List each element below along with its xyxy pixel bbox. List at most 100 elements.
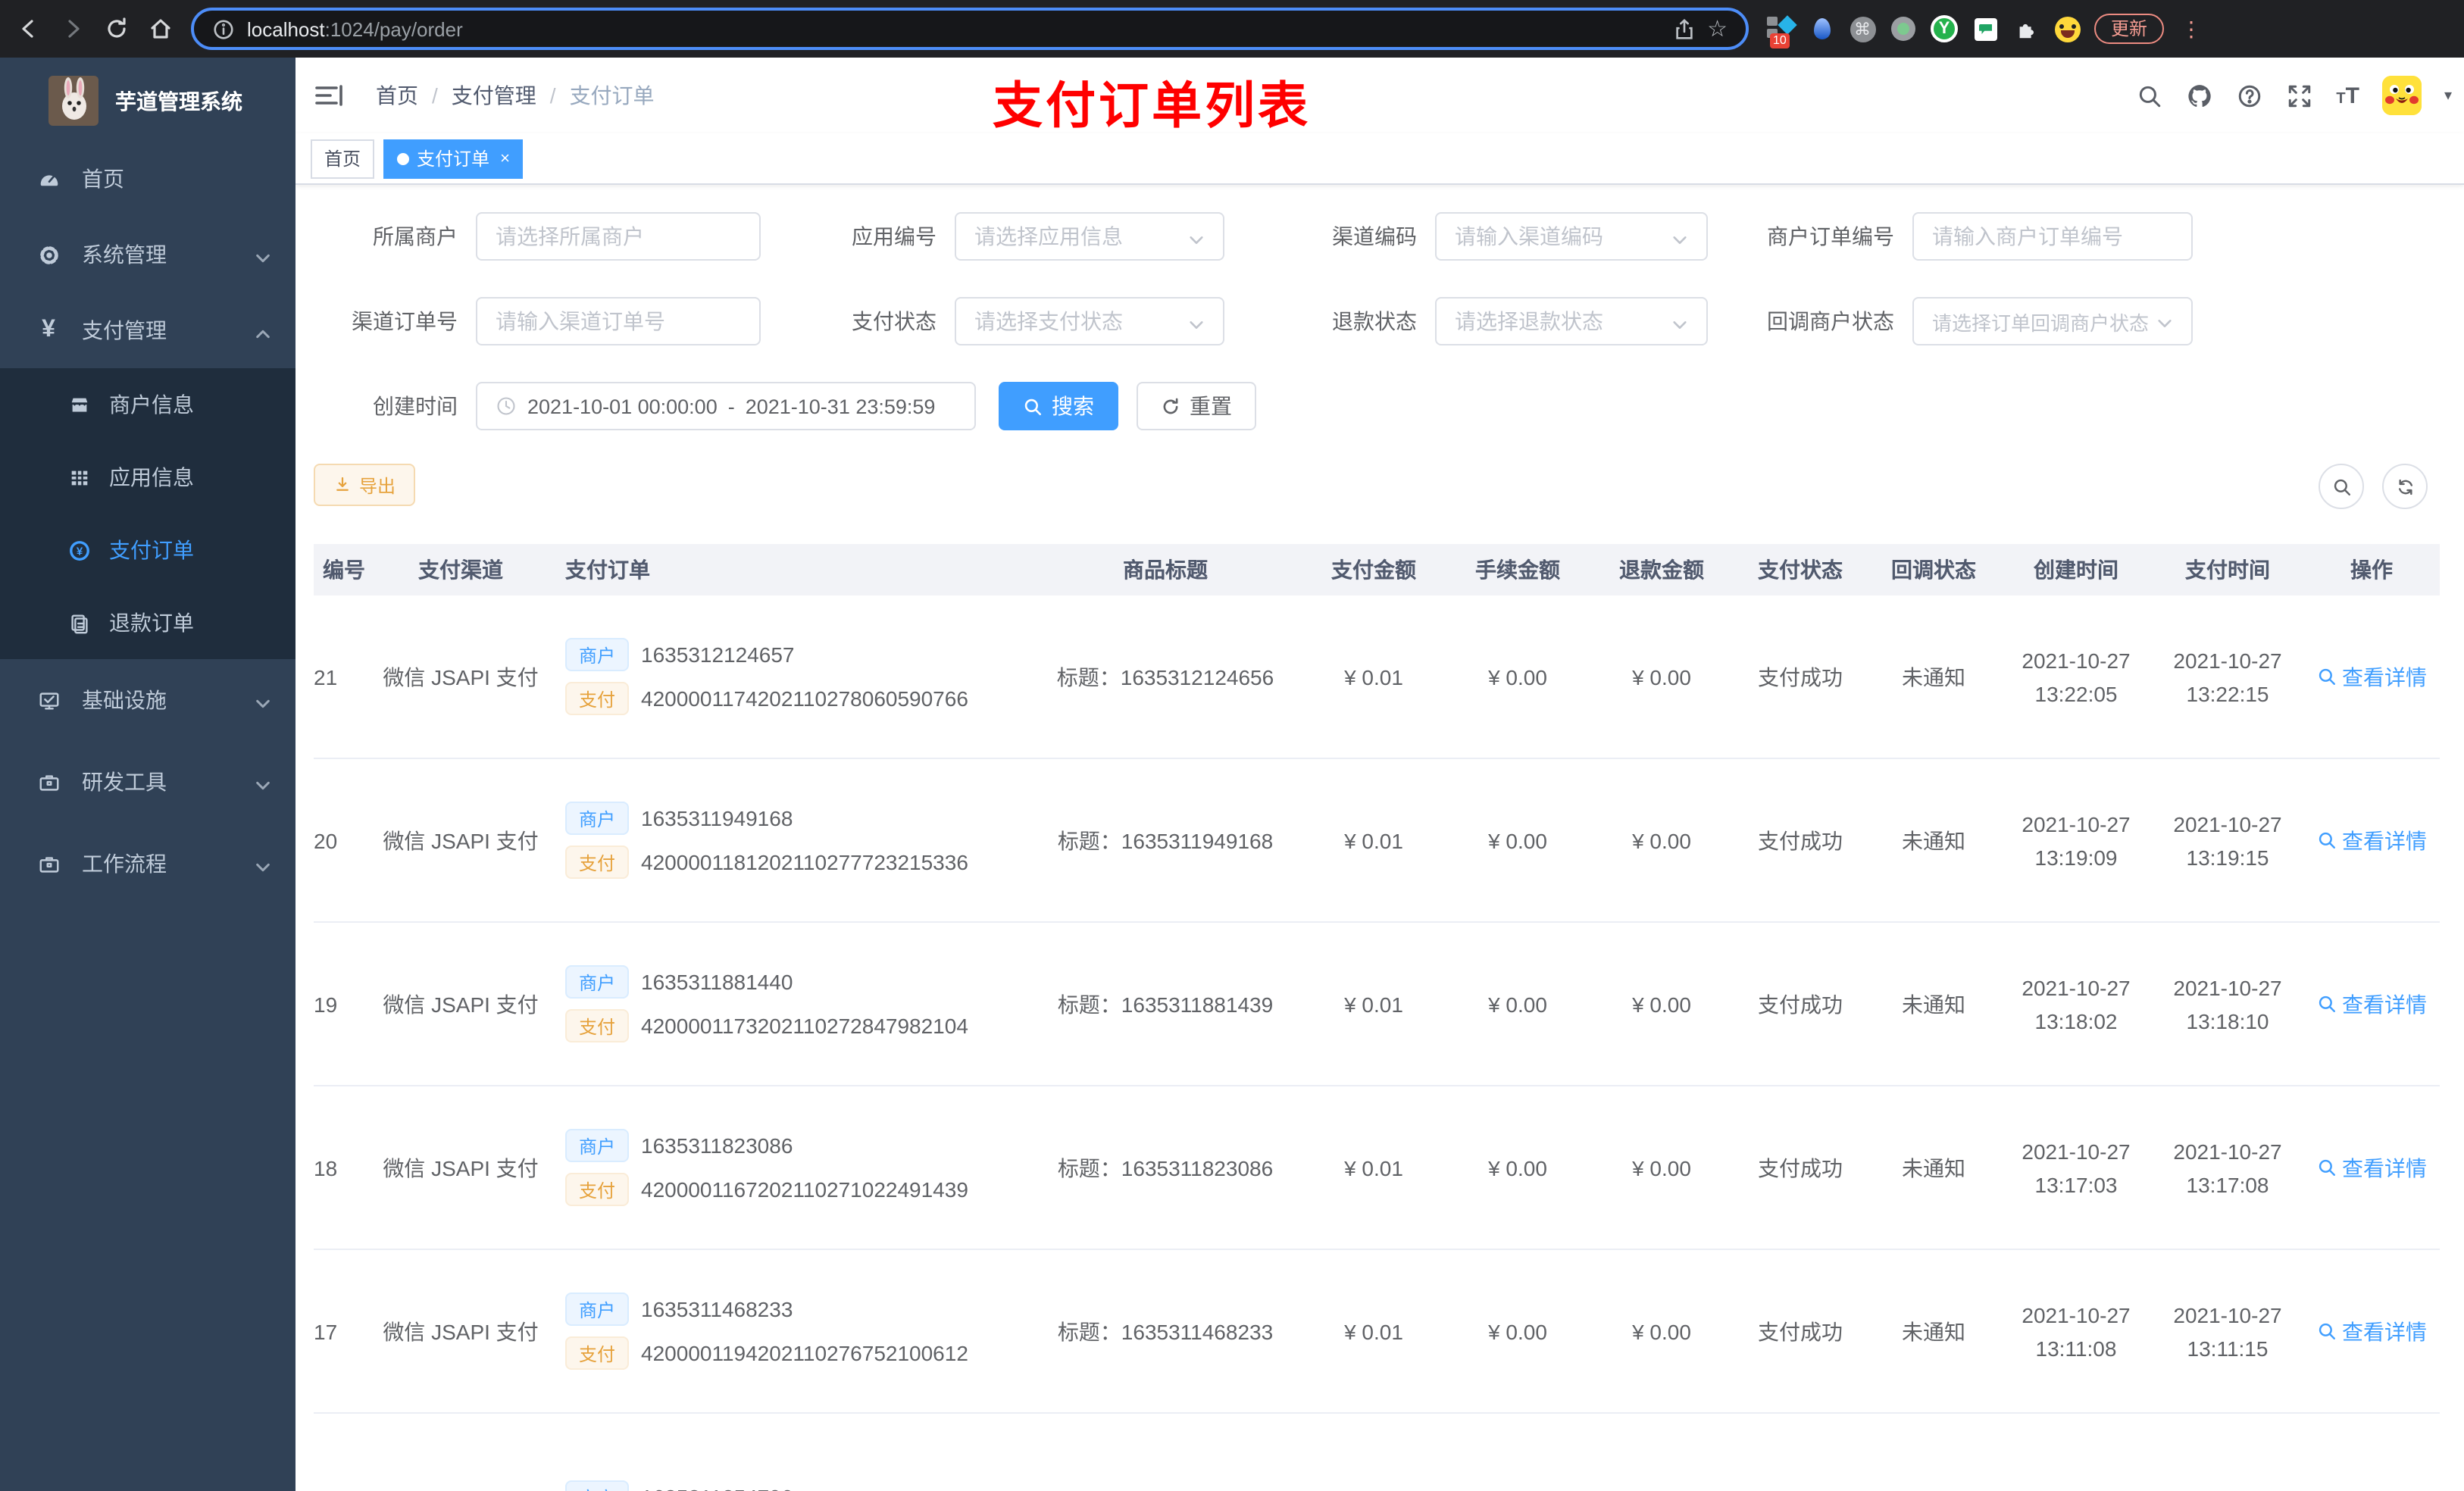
app-title: 芋道管理系统 bbox=[115, 89, 242, 113]
chevron-down-icon bbox=[1671, 313, 1688, 330]
extension-record-icon[interactable] bbox=[1890, 15, 1917, 42]
create-time-range-picker[interactable]: 2021-10-01 00:00:00 - 2021-10-31 23:59:5… bbox=[476, 382, 976, 430]
search-button[interactable]: 搜索 bbox=[999, 382, 1118, 430]
url-text: localhost:1024/pay/order bbox=[247, 17, 463, 40]
dashboard-icon bbox=[36, 167, 61, 191]
table-row: 18 微信 JSAPI 支付 商户 1635311823086 支付 42000… bbox=[314, 1086, 2440, 1250]
notify-status-select[interactable]: 请选择订单回调商户状态 bbox=[1912, 297, 2193, 345]
fullscreen-icon[interactable] bbox=[2286, 82, 2313, 109]
sidebar-item-system[interactable]: 系统管理 bbox=[0, 217, 295, 292]
view-detail-link[interactable]: 查看详情 bbox=[2316, 1316, 2427, 1346]
help-icon[interactable] bbox=[2236, 82, 2263, 109]
store-icon bbox=[67, 392, 91, 417]
merchant-order-no-input[interactable]: 请输入商户订单编号 bbox=[1912, 212, 2193, 261]
pay-order-tag: 支付 bbox=[565, 1336, 630, 1370]
date-end-value: 2021-10-31 23:59:59 bbox=[745, 395, 936, 417]
view-detail-link[interactable]: 查看详情 bbox=[2316, 989, 2427, 1019]
tag-label: 支付订单 bbox=[417, 148, 490, 170]
sidebar-item-app-info[interactable]: 应用信息 bbox=[0, 441, 295, 514]
browser-home-icon[interactable] bbox=[147, 16, 173, 42]
share-icon[interactable] bbox=[1672, 17, 1695, 40]
font-size-icon[interactable]: TT bbox=[2336, 83, 2359, 108]
extension-command-icon[interactable]: ⌘ bbox=[1849, 15, 1876, 42]
app-logo-row[interactable]: 芋道管理系统 bbox=[0, 58, 295, 141]
pay-time-cell: 2021-10-27 13:19:15 bbox=[2173, 811, 2282, 869]
filter-label: 渠道编码 bbox=[1332, 224, 1417, 248]
browser-forward-icon[interactable] bbox=[59, 16, 85, 42]
refresh-button[interactable] bbox=[2382, 464, 2428, 509]
order-id-cell: 20 bbox=[314, 828, 338, 852]
sidebar-item-payment[interactable]: ¥ 支付管理 bbox=[0, 292, 295, 368]
browser-back-icon[interactable] bbox=[15, 16, 41, 42]
sidebar-item-label: 工作流程 bbox=[82, 852, 167, 876]
pay-status-select[interactable]: 请选择支付状态 bbox=[955, 297, 1224, 345]
bookmark-star-icon[interactable]: ☆ bbox=[1707, 17, 1728, 40]
pay-order-cell: 商户 1635311468233 支付 42000011942021102767… bbox=[556, 1282, 1029, 1380]
browser-update-button[interactable]: 更新 bbox=[2094, 14, 2165, 44]
sidebar-item-label: 应用信息 bbox=[109, 465, 194, 489]
extension-diamond-icon[interactable]: 10 bbox=[1767, 15, 1797, 48]
github-icon[interactable] bbox=[2186, 82, 2213, 109]
collapse-sidebar-icon[interactable] bbox=[314, 80, 344, 111]
caret-down-icon[interactable]: ▾ bbox=[2444, 87, 2452, 104]
pay-time-cell: 2021-10-27 13:18:10 bbox=[2173, 975, 2282, 1033]
col-header-amount: 支付金额 bbox=[1331, 558, 1416, 582]
channel-code-select[interactable]: 请输入渠道编码 bbox=[1435, 212, 1708, 261]
table-header-row: 编号 支付渠道 支付订单 商品标题 支付金额 手续金额 退款金额 支付状态 回调… bbox=[314, 544, 2440, 595]
view-detail-link[interactable]: 查看详情 bbox=[2316, 1152, 2427, 1183]
merchant-order-no: 1635312124657 bbox=[641, 642, 795, 667]
search-icon[interactable] bbox=[2136, 82, 2163, 109]
sidebar-item-home[interactable]: 首页 bbox=[0, 141, 295, 217]
tag-pay-order[interactable]: 支付订单 × bbox=[383, 139, 524, 178]
avatar[interactable] bbox=[2381, 76, 2422, 115]
extension-y-icon[interactable]: Y bbox=[1931, 15, 1958, 42]
view-detail-link[interactable]: 查看详情 bbox=[2316, 825, 2427, 855]
merchant-order-tag: 商户 bbox=[565, 802, 630, 835]
pay-order-cell: 商户 1635311823086 支付 42000011672021102710… bbox=[556, 1118, 1029, 1217]
browser-reload-icon[interactable] bbox=[103, 16, 129, 42]
sidebar-item-merchant-info[interactable]: 商户信息 bbox=[0, 368, 295, 441]
reset-button[interactable]: 重置 bbox=[1137, 382, 1256, 430]
app-select[interactable]: 请选择应用信息 bbox=[955, 212, 1224, 261]
product-title-cell: 标题：1635311949168 bbox=[1057, 828, 1274, 852]
extensions-puzzle-icon[interactable] bbox=[2012, 15, 2040, 42]
sidebar-item-workflow[interactable]: 工作流程 bbox=[0, 823, 295, 905]
merchant-order-no: 1635311949168 bbox=[641, 806, 793, 830]
channel-pay-no: 4200001173202110272847982104 bbox=[641, 1014, 968, 1038]
browser-menu-icon[interactable]: ⋮ bbox=[2181, 18, 2202, 39]
refund-amount-cell: ¥ 0.00 bbox=[1632, 1155, 1691, 1180]
sidebar-item-label: 首页 bbox=[82, 167, 124, 191]
toggle-search-button[interactable] bbox=[2319, 464, 2364, 509]
filter-row-2: 渠道订单号 请输入渠道订单号 支付状态 请选择支付状态 退款状态 请选择退款状态… bbox=[314, 297, 2464, 345]
address-bar[interactable]: localhost:1024/pay/order ☆ bbox=[191, 8, 1749, 50]
tag-home[interactable]: 首页 bbox=[311, 139, 375, 178]
breadcrumb-payment[interactable]: 支付管理 bbox=[452, 80, 536, 111]
filter-label: 退款状态 bbox=[1332, 309, 1417, 333]
sidebar-item-refund-order[interactable]: 退款订单 bbox=[0, 586, 295, 659]
merchant-order-no: 1635311254796 bbox=[641, 1485, 793, 1491]
extension-emoji-icon[interactable] bbox=[2053, 15, 2081, 42]
view-detail-link[interactable]: 查看详情 bbox=[2316, 661, 2427, 692]
action-cell: 查看详情 bbox=[2303, 1152, 2440, 1183]
breadcrumb-home[interactable]: 首页 bbox=[376, 80, 418, 111]
refund-status-select[interactable]: 请选择退款状态 bbox=[1435, 297, 1708, 345]
sidebar-item-dev-tools[interactable]: 研发工具 bbox=[0, 741, 295, 823]
date-separator: - bbox=[727, 395, 735, 417]
close-icon[interactable]: × bbox=[500, 149, 510, 167]
sidebar-item-pay-order[interactable]: ¥ 支付订单 bbox=[0, 514, 295, 586]
filter-label: 所属商户 bbox=[373, 224, 458, 248]
sidebar-item-label: 退款订单 bbox=[109, 611, 194, 635]
channel-order-no-input[interactable]: 请输入渠道订单号 bbox=[476, 297, 761, 345]
extension-balloon-icon[interactable] bbox=[1808, 15, 1835, 42]
pay-status-cell: 支付成功 bbox=[1758, 992, 1843, 1016]
site-info-icon[interactable] bbox=[212, 17, 235, 40]
filter-label: 创建时间 bbox=[373, 394, 458, 418]
extension-chat-icon[interactable] bbox=[1972, 15, 1999, 42]
tag-label: 首页 bbox=[324, 148, 361, 170]
pay-time-cell: 2021-10-27 13:17:08 bbox=[2173, 1139, 2282, 1196]
sidebar-item-infrastructure[interactable]: 基础设施 bbox=[0, 659, 295, 741]
chevron-down-icon bbox=[255, 855, 271, 872]
export-button[interactable]: 导出 bbox=[314, 464, 416, 506]
merchant-input[interactable]: 请选择所属商户 bbox=[476, 212, 761, 261]
sidebar-item-label: 支付订单 bbox=[109, 538, 194, 562]
